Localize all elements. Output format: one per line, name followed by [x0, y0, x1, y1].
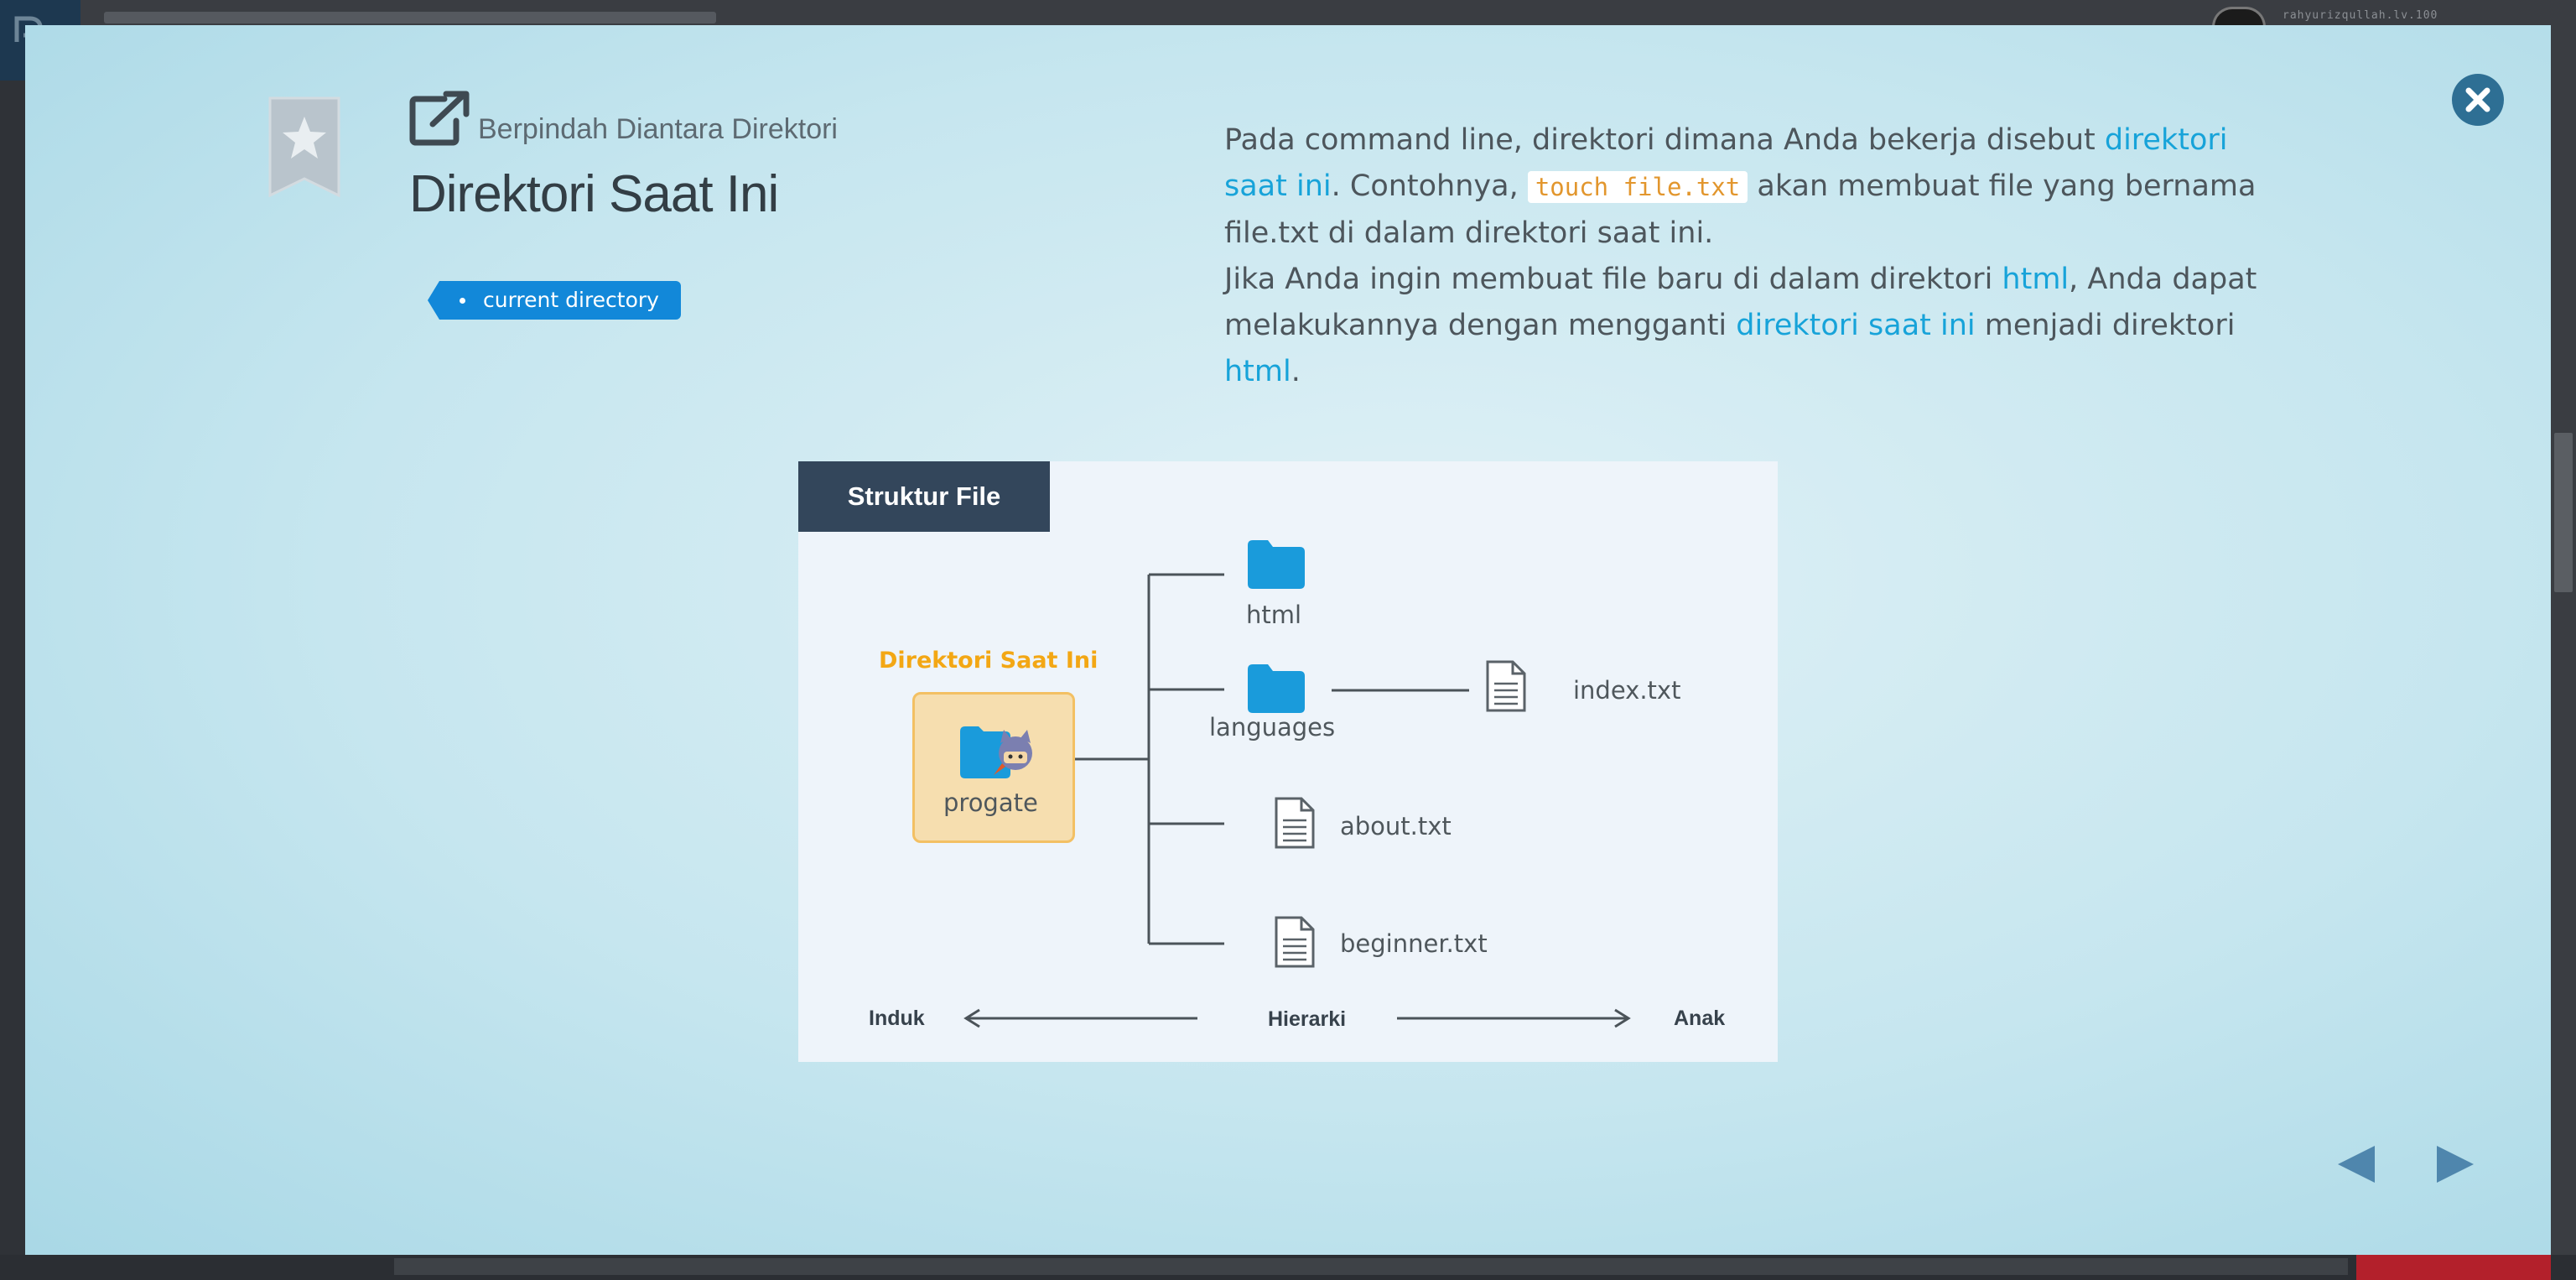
description-text-segment: menjadi direktori — [1975, 309, 2236, 342]
file-label-about: about.txt — [1340, 812, 1452, 840]
description-text-segment: . Contohnya, — [1331, 169, 1528, 203]
background-horizontal-scrollbar — [394, 1258, 2348, 1275]
axis-label-parent: Induk — [869, 1007, 925, 1030]
page-title: Direktori Saat Ini — [409, 165, 779, 223]
file-label-index: index.txt — [1573, 676, 1681, 705]
folder-icon — [1248, 540, 1305, 589]
description-text-segment: Jika Anda ingin membuat file baru di dal… — [1224, 263, 2002, 296]
file-label-beginner: beginner.txt — [1340, 929, 1488, 958]
external-link-icon — [409, 91, 470, 146]
file-icon — [1275, 797, 1315, 849]
folder-label-languages: languages — [1209, 713, 1336, 741]
file-icon — [1275, 916, 1315, 968]
slide-header: Berpindah Diantara Direktori Direktori S… — [409, 91, 1097, 224]
highlight-html: html — [2002, 263, 2070, 296]
current-directory-box: progate — [912, 692, 1075, 843]
background-scrollbar — [2551, 25, 2576, 1258]
highlight-html: html — [1224, 355, 1291, 388]
section-line: Berpindah Diantara Direktori — [409, 91, 1097, 146]
inline-code: touch file.txt — [1527, 171, 1748, 203]
description-text-segment: . — [1291, 355, 1301, 388]
ninja-cat-folder-icon — [960, 726, 1032, 778]
background-username: rahyurizqullah.lv.100 — [2283, 9, 2438, 22]
triangle-right-icon[interactable] — [2432, 1141, 2479, 1188]
folder-label-html: html — [1246, 601, 1302, 629]
star-bookmark-icon[interactable] — [268, 96, 340, 197]
file-structure-diagram: Struktur File Direktori Saat Ini progate… — [798, 461, 1778, 1062]
axis-label-hierarchy: Hierarki — [1268, 1007, 1347, 1031]
description-text: Pada command line, direktori dimana Anda… — [1224, 117, 2289, 395]
keyword-tag: current directory — [428, 281, 681, 320]
background-scroll-thumb — [2554, 433, 2573, 592]
highlight-current-directory: direktori saat ini — [1736, 309, 1976, 342]
triangle-left-icon[interactable] — [2333, 1141, 2380, 1188]
folder-icon — [1248, 664, 1305, 713]
description-text-segment: Pada command line, direktori dimana Anda… — [1224, 123, 2105, 157]
slide-modal: Berpindah Diantara Direktori Direktori S… — [25, 25, 2551, 1255]
axis-label-child: Anak — [1674, 1007, 1726, 1030]
background-search-bar — [104, 12, 716, 23]
file-icon — [1486, 660, 1526, 712]
current-directory-label: Direktori Saat Ini — [879, 648, 1098, 674]
folder-label-progate: progate — [943, 788, 1038, 817]
close-circle-icon[interactable] — [2450, 72, 2506, 127]
section-title: Berpindah Diantara Direktori — [478, 113, 838, 145]
